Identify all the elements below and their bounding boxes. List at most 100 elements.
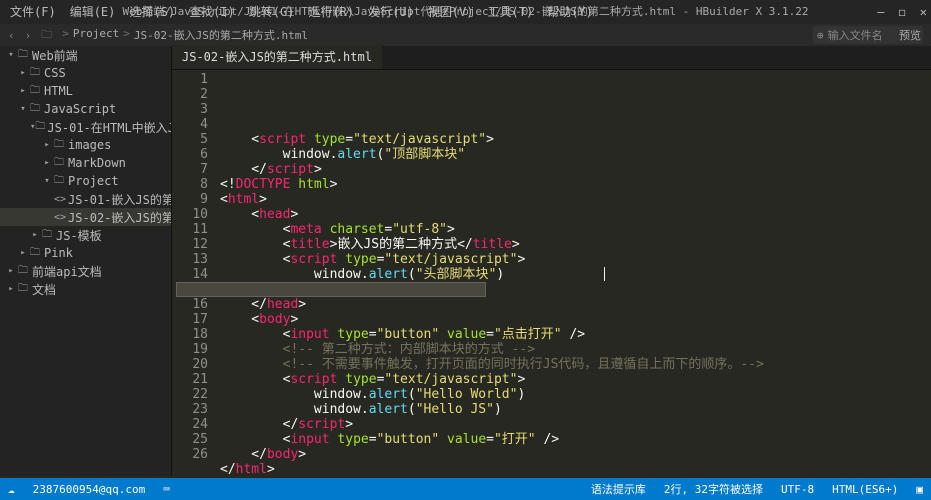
line-gutter: 1234567891011121314151617181920212223242… [172,70,216,476]
sidebar-item[interactable]: ▾🗀Web前端 [0,46,171,64]
sidebar-item[interactable]: ▸🗀HTML [0,82,171,100]
sidebar-item[interactable]: ▸🗀Pink [0,244,171,262]
code-line[interactable]: <!-- 第二种方式：内部脚本块的方式 --> [216,342,923,357]
line-number: 19 [172,342,208,357]
code-line[interactable]: window.alert("Hello JS") [216,402,923,417]
status-bar: ☁ 2387600954@qq.com ⌨ 语法提示库 2行, 32字符被选择 … [0,478,931,500]
sidebar-item[interactable]: <>JS-02-嵌入JS的第二种方式… [0,208,171,226]
code-line[interactable]: </script> [216,417,923,432]
code-line[interactable]: </body> [216,447,923,462]
menu-item[interactable]: 视图(V) [422,0,480,24]
sidebar-item[interactable]: ▸🗀前端api文档 [0,262,171,280]
sidebar-item-label: CSS [44,66,66,80]
line-number: 10 [172,207,208,222]
folder-icon: 🗀 [52,155,66,172]
folder-icon: <> [54,194,66,205]
code-line[interactable]: <input type="button" value="打开" /> [216,432,923,447]
line-number: 11 [172,222,208,237]
menu-item[interactable]: 发行(U) [362,0,420,24]
status-user[interactable]: 2387600954@qq.com [33,483,146,496]
sidebar-item[interactable]: ▾🗀Project [0,172,171,190]
line-number: 20 [172,357,208,372]
sidebar-item[interactable]: ▸🗀文档 [0,280,171,298]
line-number: 4 [172,117,208,132]
title-bar: 文件(F)编辑(E)选择(S)查找(I)跳转(G)运行(R)发行(U)视图(V)… [0,0,931,24]
file-explorer[interactable]: ▾🗀Web前端▸🗀CSS▸🗀HTML▾🗀JavaScript▾🗀JS-01-在H… [0,46,172,476]
sidebar-item-label: Project [68,174,119,188]
breadcrumb-item[interactable]: Project [73,27,119,43]
status-encoding[interactable]: UTF-8 [781,483,814,496]
run-icon[interactable]: ▣ [916,483,923,496]
sidebar-item[interactable]: ▸🗀images [0,136,171,154]
sidebar-item-label: 文档 [32,281,56,298]
tab-active[interactable]: JS-02-嵌入JS的第二种方式.html [172,45,382,69]
maximize-icon[interactable]: ◻ [899,0,906,24]
code-line[interactable]: </html> [216,462,923,476]
code-line[interactable]: <title>嵌入JS的第二种方式</title> [216,237,923,252]
menu-item[interactable]: 文件(F) [4,0,62,24]
code-area[interactable]: 1234567891011121314151617181920212223242… [172,70,931,476]
minimize-icon[interactable]: — [877,0,884,24]
code-line[interactable]: <head> [216,207,923,222]
code-line[interactable]: <script type="text/javascript"> [216,252,923,267]
sidebar-item-label: JavaScript [44,102,116,116]
menu-item[interactable]: 编辑(E) [64,0,122,24]
line-number: 21 [172,372,208,387]
expand-icon: ▸ [30,230,40,240]
sidebar-item[interactable]: ▸🗀CSS [0,64,171,82]
line-number: 6 [172,147,208,162]
preview-button[interactable]: 预览 [899,27,921,43]
sidebar-item[interactable]: ▸🗀MarkDown [0,154,171,172]
breadcrumb-item[interactable]: JS-02-嵌入JS的第二种方式.html [134,27,308,43]
folder-icon[interactable]: 🗀 [41,26,52,45]
search-placeholder: 输入文件名 [828,27,883,43]
back-icon[interactable]: ‹ [8,29,15,42]
menu-item[interactable]: 帮助(Y) [541,0,599,24]
code-line[interactable]: <!-- 不需要事件触发，打开页面的同时执行JS代码，且遵循自上而下的顺序。--… [216,357,923,372]
menu-item[interactable]: 跳转(G) [243,0,301,24]
code-source[interactable]: <script type="text/javascript"> window.a… [216,70,923,476]
code-line[interactable]: <body> [216,312,923,327]
code-line[interactable]: <script type="text/javascript"> [216,372,923,387]
close-icon[interactable]: ✕ [920,0,927,24]
folder-icon: 🗀 [28,65,42,82]
sidebar-item[interactable]: ▸🗀JS-模板 [0,226,171,244]
sidebar-item[interactable]: ▾🗀JS-01-在HTML中嵌入JavaScript… [0,118,171,136]
status-position[interactable]: 2行, 32字符被选择 [664,481,763,497]
line-number: 16 [172,297,208,312]
code-line[interactable]: window.alert("Hello World") [216,387,923,402]
menu-item[interactable]: 工具(T) [482,0,540,24]
code-line[interactable]: window.alert("头部脚本块") [216,267,923,282]
code-line[interactable]: </head> [216,297,923,312]
menu-item[interactable]: 查找(I) [183,0,241,24]
code-line[interactable]: </script> [216,162,923,177]
search-icon: ⊕ [817,29,824,42]
expand-icon: ▸ [42,158,52,168]
code-line[interactable]: <input type="button" value="点击打开" /> [216,327,923,342]
folder-icon: 🗀 [35,119,45,136]
line-number: 8 [172,177,208,192]
code-line[interactable]: <html> [216,192,923,207]
status-language[interactable]: HTML(ES6+) [832,483,898,496]
sync-icon[interactable]: ☁ [8,483,15,496]
folder-icon: 🗀 [40,227,54,244]
sidebar-item-label: JS-02-嵌入JS的第二种方式… [68,209,171,226]
line-number: 9 [172,192,208,207]
folder-icon: 🗀 [52,137,66,154]
line-number: 7 [172,162,208,177]
status-syntax[interactable]: 语法提示库 [591,481,646,497]
sidebar-item-label: images [68,138,111,152]
sidebar-item[interactable]: <>JS-01-嵌入JS的第一种方式… [0,190,171,208]
forward-icon[interactable]: › [25,29,32,42]
folder-icon: 🗀 [28,101,42,118]
menu-item[interactable]: 运行(R) [302,0,360,24]
terminal-icon[interactable]: ⌨ [163,483,170,496]
code-line[interactable]: window.alert("顶部脚本块" [216,147,923,162]
line-number: 13 [172,252,208,267]
vertical-scroll[interactable] [923,70,931,476]
code-line[interactable]: <!DOCTYPE html> [216,177,923,192]
code-line[interactable]: <script type="text/javascript"> [216,132,923,147]
code-line[interactable]: <meta charset="utf-8"> [216,222,923,237]
menu-item[interactable]: 选择(S) [123,0,181,24]
sidebar-item[interactable]: ▾🗀JavaScript [0,100,171,118]
